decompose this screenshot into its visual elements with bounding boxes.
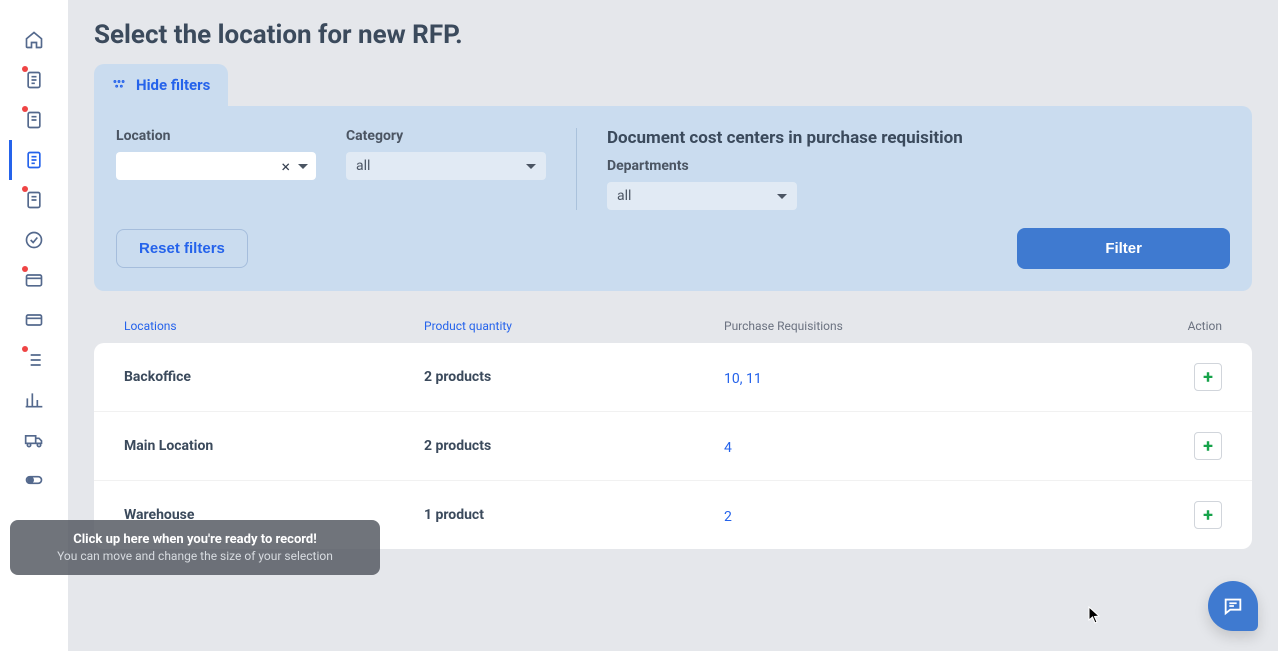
- sidebar-item-truck[interactable]: [9, 420, 57, 460]
- sidebar-item-toggle[interactable]: [9, 460, 57, 500]
- sidebar-item-check[interactable]: [9, 220, 57, 260]
- notification-dot-icon: [22, 186, 28, 192]
- notification-dot-icon: [22, 106, 28, 112]
- filter-panel: Location × Category all Document cost ce…: [94, 106, 1252, 291]
- sidebar-item-doc2[interactable]: [9, 100, 57, 140]
- hint-line2: You can move and change the size of your…: [24, 549, 366, 563]
- cell-quantity: 2 products: [424, 369, 724, 385]
- list-icon: [24, 350, 44, 370]
- th-locations[interactable]: Locations: [124, 319, 424, 333]
- hide-filters-label: Hide filters: [136, 76, 210, 94]
- departments-label: Departments: [607, 158, 963, 174]
- plus-icon: +: [1203, 436, 1213, 457]
- add-button[interactable]: +: [1194, 501, 1222, 529]
- sidebar-item-list[interactable]: [9, 340, 57, 380]
- reset-filters-button[interactable]: Reset filters: [116, 229, 248, 268]
- document-icon: [24, 110, 44, 130]
- sidebar-item-doc1[interactable]: [9, 60, 57, 100]
- hint-line1: Click up here when you're ready to recor…: [24, 532, 366, 547]
- cost-center-section: Document cost centers in purchase requis…: [607, 128, 963, 210]
- location-filter-group: Location ×: [116, 128, 316, 210]
- wallet-icon: [24, 270, 44, 290]
- category-label: Category: [346, 128, 546, 144]
- notification-dot-icon: [22, 346, 28, 352]
- table-row: Backoffice 2 products 10, 11 +: [94, 343, 1252, 412]
- chevron-down-icon: [777, 194, 787, 199]
- cell-location: Main Location: [124, 438, 424, 454]
- home-icon: [24, 30, 44, 50]
- check-circle-icon: [24, 230, 44, 250]
- category-select[interactable]: all: [346, 152, 546, 180]
- document-icon: [24, 70, 44, 90]
- cell-location: Backoffice: [124, 369, 424, 385]
- document-icon: [24, 190, 44, 210]
- filter-buttons-row: Reset filters Filter: [116, 228, 1230, 269]
- chat-icon: [1222, 595, 1244, 617]
- cost-center-title: Document cost centers in purchase requis…: [607, 128, 963, 148]
- departments-value: all: [617, 188, 631, 204]
- chevron-down-icon: [526, 164, 536, 169]
- clear-icon[interactable]: ×: [281, 157, 290, 176]
- cell-quantity: 2 products: [424, 438, 724, 454]
- category-filter-group: Category all: [346, 128, 546, 210]
- plus-icon: +: [1203, 505, 1213, 526]
- truck-icon: [24, 430, 44, 450]
- add-button[interactable]: +: [1194, 432, 1222, 460]
- cell-pr-link[interactable]: 4: [724, 440, 732, 456]
- hide-filters-toggle[interactable]: Hide filters: [94, 64, 228, 106]
- category-value: all: [356, 158, 370, 174]
- sidebar-item-rfp[interactable]: [9, 140, 57, 180]
- notification-dot-icon: [22, 66, 28, 72]
- table-row: Main Location 2 products 4 +: [94, 412, 1252, 481]
- location-label: Location: [116, 128, 316, 144]
- document-icon: [24, 150, 44, 170]
- chevron-down-icon[interactable]: [298, 164, 308, 169]
- filter-icon: [112, 78, 126, 92]
- sidebar-item-chart[interactable]: [9, 380, 57, 420]
- chat-button[interactable]: [1208, 581, 1258, 631]
- page-title: Select the location for new RFP.: [94, 20, 1252, 50]
- sidebar-item-home[interactable]: [9, 20, 57, 60]
- add-button[interactable]: +: [1194, 363, 1222, 391]
- table-header-row: Locations Product quantity Purchase Requ…: [94, 309, 1252, 343]
- locations-table: Locations Product quantity Purchase Requ…: [94, 309, 1252, 549]
- toggle-icon: [24, 470, 44, 490]
- th-action: Action: [1162, 319, 1222, 333]
- departments-filter-group: Departments all: [607, 158, 963, 210]
- th-purchase-requisitions: Purchase Requisitions: [724, 319, 1162, 333]
- sidebar-item-wallet[interactable]: [9, 260, 57, 300]
- recording-hint-overlay: Click up here when you're ready to recor…: [10, 520, 380, 575]
- cell-pr-link[interactable]: 2: [724, 509, 732, 525]
- location-input[interactable]: ×: [116, 152, 316, 180]
- card-icon: [24, 310, 44, 330]
- th-quantity[interactable]: Product quantity: [424, 319, 724, 333]
- table-body: Backoffice 2 products 10, 11 + Main Loca…: [94, 343, 1252, 549]
- sidebar-item-doc3[interactable]: [9, 180, 57, 220]
- chart-icon: [24, 390, 44, 410]
- cell-quantity: 1 product: [424, 507, 724, 523]
- notification-dot-icon: [22, 266, 28, 272]
- sidebar-item-card[interactable]: [9, 300, 57, 340]
- divider: [576, 128, 577, 210]
- cell-pr-link[interactable]: 10, 11: [724, 371, 762, 387]
- filter-row: Location × Category all Document cost ce…: [116, 128, 1230, 210]
- departments-select[interactable]: all: [607, 182, 797, 210]
- plus-icon: +: [1203, 367, 1213, 388]
- filter-button[interactable]: Filter: [1017, 228, 1230, 269]
